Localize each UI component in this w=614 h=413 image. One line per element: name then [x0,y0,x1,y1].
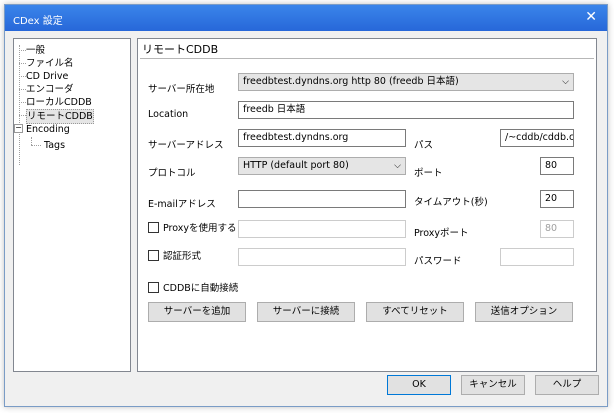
server-address-field[interactable]: freedbtest.dyndns.org [238,129,406,147]
ok-button[interactable]: OK [387,375,451,395]
remote-cddb-panel: リモートCDDB サーバー所在地 freedbtest.dyndns.org h… [137,38,597,372]
port-label: ポート [414,168,443,179]
location-field[interactable]: freedb 日本語 [238,101,574,119]
tree-connector [19,76,26,77]
tree-item-remote-cddb[interactable]: リモートCDDB [26,109,94,124]
path-field[interactable]: /~cddb/cddb.cgi [500,129,574,147]
tree-connector [19,115,26,116]
protocol-select[interactable]: HTTP (default port 80) ⌵ [238,157,406,175]
proxy-port-field[interactable]: 80 [540,220,574,238]
close-icon[interactable]: ✕ [585,9,597,25]
cancel-button[interactable]: キャンセル [461,375,525,395]
chevron-down-icon: ⌵ [562,77,569,87]
tree-connector [31,137,32,145]
location-label: Location [148,109,189,120]
chevron-down-icon: ⌵ [394,161,401,171]
path-label: パス [414,140,434,151]
email-field[interactable] [238,190,406,208]
password-label: パスワード [414,256,462,267]
port-field[interactable]: 80 [540,157,574,175]
settings-window: CDex 設定 ✕ 一般 ファイル名 CD Drive エンコーダ ローカルCD… [4,4,608,407]
protocol-value: HTTP (default port 80) [243,160,349,171]
tree-item-encoding[interactable]: Encoding [26,123,70,136]
server-location-value: freedbtest.dyndns.org http 80 (freedb 日本… [243,76,459,87]
add-server-button[interactable]: サーバーを追加 [148,302,246,322]
send-options-button[interactable]: 送信オプション [475,302,573,322]
checkbox-box [148,222,159,233]
title-bar: CDex 設定 ✕ [5,5,607,31]
use-proxy-label: Proxyを使用する [163,223,237,234]
tree-connector [19,63,26,64]
server-address-label: サーバーアドレス [148,140,224,151]
timeout-label: タイムアウト(秒) [414,197,488,208]
tree-item-encoder[interactable]: エンコーダ [26,83,74,96]
checkbox-box [148,250,159,261]
protocol-label: プロトコル [148,168,196,179]
tree-item-general[interactable]: 一般 [26,44,45,57]
panel-title: リモートCDDB [140,42,594,59]
server-location-select[interactable]: freedbtest.dyndns.org http 80 (freedb 日本… [238,73,574,91]
tree-connector [19,102,26,103]
server-location-label: サーバー所在地 [148,84,215,95]
reset-all-button[interactable]: すべてリセット [366,302,464,322]
tree-connector [19,89,26,90]
timeout-field[interactable]: 20 [540,190,574,208]
collapse-icon[interactable]: − [14,124,23,133]
window-title: CDex 設定 [13,16,63,27]
use-proxy-checkbox[interactable]: Proxyを使用する [148,222,237,237]
auth-label: 認証形式 [163,251,202,262]
connect-server-button[interactable]: サーバーに接続 [257,302,355,322]
tree-item-cd-drive[interactable]: CD Drive [26,70,68,83]
auth-checkbox[interactable]: 認証形式 [148,250,202,265]
proxy-port-label: Proxyポート [414,228,469,239]
auto-connect-checkbox[interactable]: CDDBに自動接続 [148,282,239,297]
checkbox-box [148,282,159,293]
tree-item-tags[interactable]: Tags [44,139,65,152]
tree-connector [31,145,41,146]
tree-item-local-cddb[interactable]: ローカルCDDB [26,96,92,109]
password-field[interactable] [500,248,574,266]
email-label: E-mailアドレス [148,199,216,210]
auth-user-field[interactable] [238,248,406,266]
settings-tree: 一般 ファイル名 CD Drive エンコーダ ローカルCDDB リモートCDD… [13,38,131,372]
tree-connector [19,50,26,51]
tree-item-filename[interactable]: ファイル名 [26,57,74,70]
help-button[interactable]: ヘルプ [535,375,599,395]
auto-connect-label: CDDBに自動接続 [163,283,239,294]
proxy-address-field[interactable] [238,220,406,238]
